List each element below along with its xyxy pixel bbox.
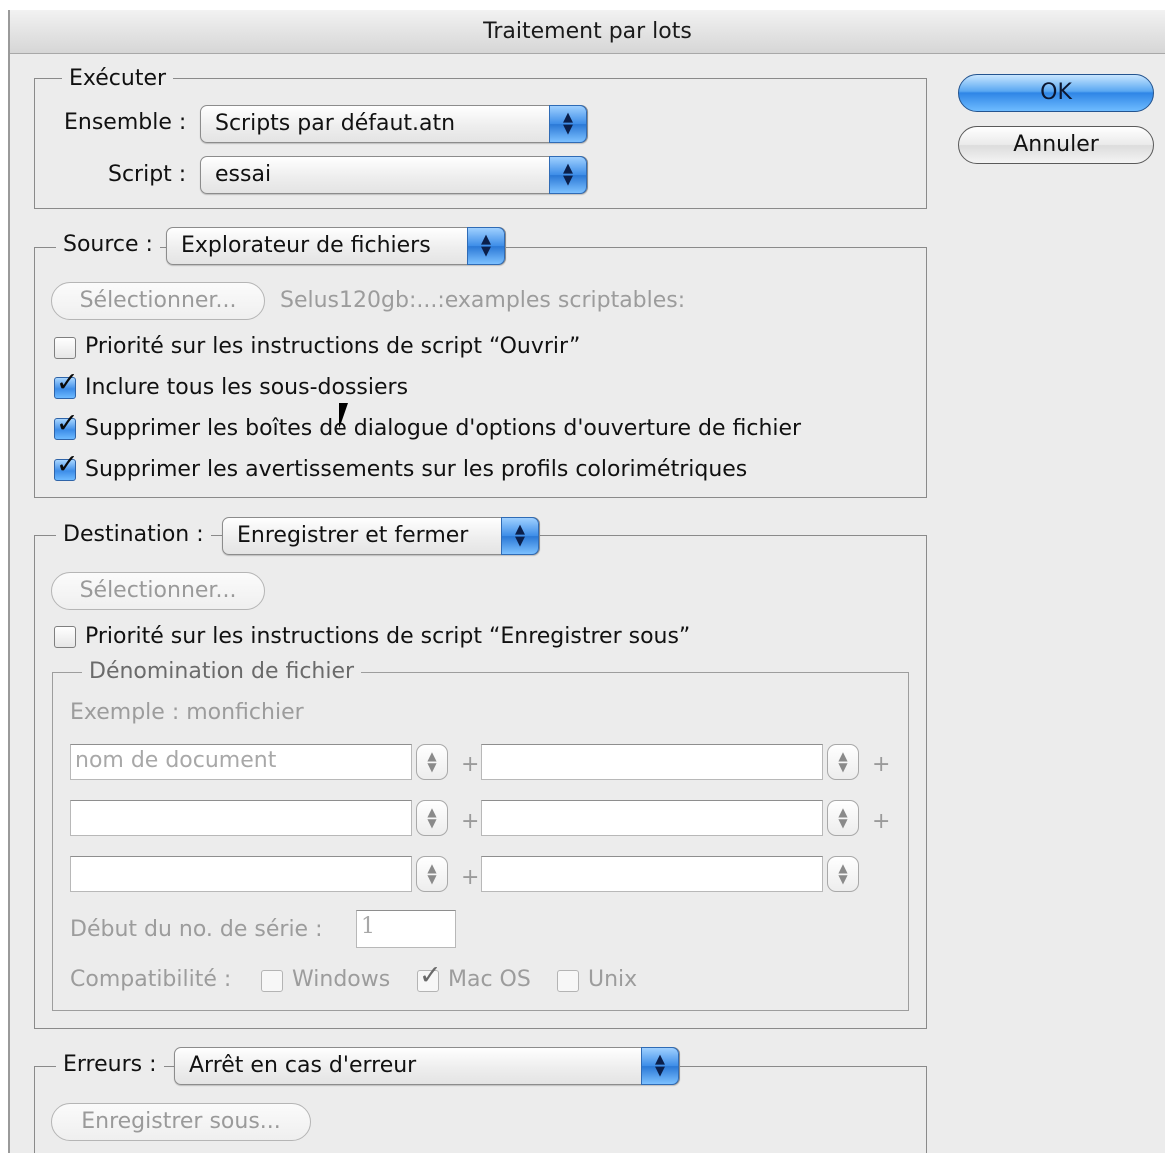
window-title: Traitement par lots xyxy=(10,10,1165,54)
naming-stepper-1[interactable]: ▲ ▼ xyxy=(416,744,448,780)
destination-legend: Destination : xyxy=(56,520,211,550)
naming-stepper-5[interactable]: ▲ ▼ xyxy=(416,856,448,892)
source-option-checkbox-0[interactable] xyxy=(54,337,76,359)
up-down-arrows-icon: ▲ ▼ xyxy=(467,227,505,265)
source-option-checkbox-1[interactable]: ✓ xyxy=(54,368,79,399)
compat-windows-checkbox[interactable] xyxy=(261,970,283,992)
naming-stepper-3[interactable]: ▲ ▼ xyxy=(416,800,448,836)
plus-sign: + xyxy=(461,752,480,777)
checkmark-icon: ✓ xyxy=(419,960,442,991)
source-option-label-1: Inclure tous les sous-dossiers xyxy=(85,375,409,400)
naming-field-2[interactable] xyxy=(481,744,823,780)
set-popup-value: Scripts par défaut.atn xyxy=(215,111,456,136)
plus-sign: + xyxy=(872,752,891,777)
naming-stepper-6[interactable]: ▲ ▼ xyxy=(827,856,859,892)
source-popup[interactable]: Explorateur de fichiers ▲ ▼ xyxy=(166,227,506,265)
errors-legend: Erreurs : xyxy=(56,1050,164,1080)
compat-macos-checkbox[interactable]: ✓ xyxy=(417,961,442,992)
naming-stepper-2[interactable]: ▲ ▼ xyxy=(827,744,859,780)
execute-legend: Exécuter xyxy=(62,64,174,94)
destination-popup-value: Enregistrer et fermer xyxy=(237,523,469,548)
source-option-label-0: Priorité sur les instructions de script … xyxy=(85,334,581,359)
serial-input[interactable]: 1 xyxy=(356,910,456,948)
destination-select-button[interactable]: Sélectionner... xyxy=(51,572,265,610)
naming-field-1[interactable]: nom de document xyxy=(70,744,412,780)
naming-field-6[interactable] xyxy=(481,856,823,892)
source-option-label-3: Supprimer les avertissements sur les pro… xyxy=(85,457,748,482)
compat-unix-checkbox[interactable] xyxy=(557,970,579,992)
naming-legend: Dénomination de fichier xyxy=(82,657,362,687)
naming-example: Exemple : monfichier xyxy=(70,700,304,725)
naming-stepper-4[interactable]: ▲ ▼ xyxy=(827,800,859,836)
script-popup-value: essai xyxy=(215,162,272,187)
compat-label: Compatibilité : xyxy=(70,967,232,992)
mouse-pointer-icon xyxy=(339,403,348,429)
script-popup[interactable]: essai ▲ ▼ xyxy=(200,156,588,194)
destination-override-label: Priorité sur les instructions de script … xyxy=(85,624,691,649)
source-option-checkbox-3[interactable]: ✓ xyxy=(54,450,79,481)
source-select-button[interactable]: Sélectionner... xyxy=(51,282,265,320)
destination-popup[interactable]: Enregistrer et fermer ▲ ▼ xyxy=(222,517,540,555)
source-option-label-2: Supprimer les boîtes de dialogue d'optio… xyxy=(85,416,802,441)
checkmark-icon: ✓ xyxy=(56,408,79,439)
set-popup[interactable]: Scripts par défaut.atn ▲ ▼ xyxy=(200,105,588,143)
up-down-arrows-icon: ▲ ▼ xyxy=(641,1047,679,1085)
ok-button[interactable]: OK xyxy=(958,74,1154,112)
errors-save-button[interactable]: Enregistrer sous... xyxy=(51,1103,311,1141)
compat-windows-label: Windows xyxy=(292,967,391,992)
checkmark-icon: ✓ xyxy=(56,449,79,480)
naming-field-5[interactable] xyxy=(70,856,412,892)
source-popup-value: Explorateur de fichiers xyxy=(181,233,431,258)
naming-field-4[interactable] xyxy=(481,800,823,836)
source-option-checkbox-2[interactable]: ✓ xyxy=(54,409,79,440)
naming-field-3[interactable] xyxy=(70,800,412,836)
batch-dialog: Traitement par lots OK Annuler Exécuter … xyxy=(8,10,1165,1153)
compat-macos-label: Mac OS xyxy=(448,967,531,992)
cancel-button[interactable]: Annuler xyxy=(958,126,1154,164)
source-path: Selus120gb:...:examples scriptables: xyxy=(280,288,686,313)
compat-unix-label: Unix xyxy=(588,967,638,992)
plus-sign: + xyxy=(872,809,891,834)
plus-sign: + xyxy=(461,865,480,890)
checkmark-icon: ✓ xyxy=(56,367,79,398)
up-down-arrows-icon: ▲ ▼ xyxy=(549,105,587,143)
source-legend: Source : xyxy=(56,230,160,260)
up-down-arrows-icon: ▲ ▼ xyxy=(501,517,539,555)
serial-label: Début du no. de série : xyxy=(70,917,323,942)
up-down-arrows-icon: ▲ ▼ xyxy=(549,156,587,194)
errors-popup[interactable]: Arrêt en cas d'erreur ▲ ▼ xyxy=(174,1047,680,1085)
set-label: Ensemble : xyxy=(64,110,187,135)
script-label: Script : xyxy=(108,162,187,187)
errors-popup-value: Arrêt en cas d'erreur xyxy=(189,1053,417,1078)
plus-sign: + xyxy=(461,809,480,834)
destination-override-checkbox[interactable] xyxy=(54,626,76,648)
